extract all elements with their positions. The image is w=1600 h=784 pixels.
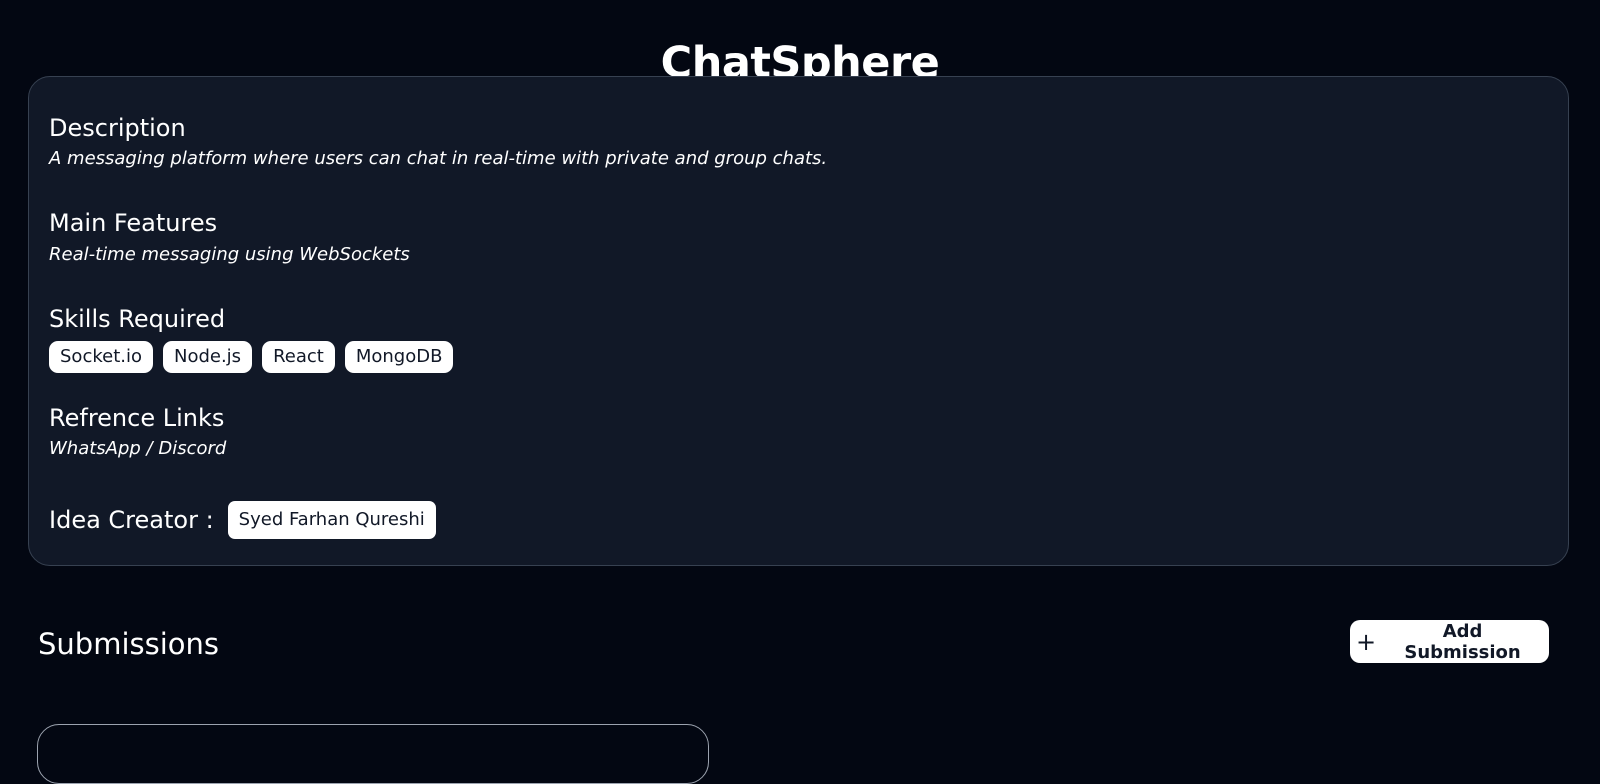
skills-required-heading: Skills Required — [49, 305, 226, 333]
idea-creator-chip: Syed Farhan Qureshi — [227, 501, 436, 539]
idea-creator-label: Idea Creator : — [49, 506, 214, 534]
skill-chip: MongoDB — [344, 341, 454, 373]
add-submission-label: Add Submission — [1404, 620, 1521, 663]
main-features-heading: Main Features — [49, 209, 218, 237]
skill-chip: Socket.io — [49, 341, 153, 373]
main-features-text: Real-time messaging using WebSockets — [49, 244, 410, 265]
project-details-card: Description A messaging platform where u… — [28, 76, 1569, 566]
idea-creator-row: Idea Creator : Syed Farhan Qureshi — [49, 501, 436, 539]
plus-icon: + — [1356, 627, 1377, 656]
submission-card[interactable] — [37, 724, 709, 784]
submissions-heading: Submissions — [38, 627, 220, 661]
description-text: A messaging platform where users can cha… — [49, 148, 828, 169]
skill-chip: Node.js — [162, 341, 253, 373]
reference-links-text: WhatsApp / Discord — [49, 438, 227, 459]
add-submission-button[interactable]: + Add Submission — [1350, 620, 1549, 663]
skills-list: Socket.io Node.js React MongoDB — [49, 341, 454, 373]
skill-chip: React — [262, 341, 335, 373]
reference-links-heading: Refrence Links — [49, 404, 225, 432]
description-heading: Description — [49, 114, 186, 142]
